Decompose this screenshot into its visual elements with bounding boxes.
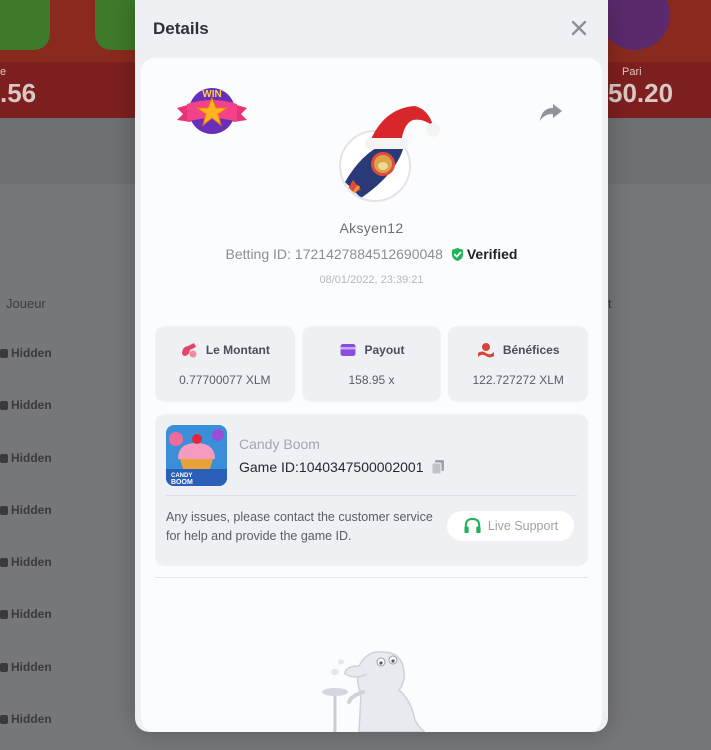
share-button[interactable] [537, 98, 565, 126]
list-item: Hidden [0, 346, 52, 360]
bet-amount-icon [181, 343, 197, 358]
incognito-icon [0, 557, 8, 567]
support-help-text: Any issues, please contact the customer … [166, 510, 433, 543]
bet-detail-card: WIN Aksyen12 Betting ID: 172142788451269… [141, 58, 602, 732]
live-support-button[interactable]: Live Support [447, 511, 574, 541]
verified-label: Verified [466, 246, 518, 262]
incognito-icon [0, 505, 8, 515]
details-modal: Details WIN Aksyen12 Betting ID: 1721427… [135, 0, 608, 732]
betting-id-row: Betting ID: 1721427884512690048 Verified [141, 246, 602, 262]
betting-id-label: Betting ID: [225, 246, 291, 262]
crocodile-mascot-icon [322, 651, 425, 732]
close-icon [571, 20, 587, 36]
santa-hat-icon [365, 106, 440, 149]
incognito-icon [0, 662, 8, 672]
payout-card-icon [340, 344, 355, 356]
background-left-value: .56 [0, 78, 37, 108]
svg-text:WIN: WIN [202, 89, 221, 100]
modal-title: Details [153, 19, 209, 38]
candy-cupcake-icon: CANDY BOOM [166, 425, 227, 486]
thumb-text-boom: BOOM [171, 479, 193, 486]
section-divider [155, 577, 588, 578]
shield-check-icon [451, 247, 463, 261]
list-item: Hidden [0, 398, 52, 412]
bet-stats: Le Montant 0.77700077 XLM Payout 158.95 … [155, 326, 589, 402]
game-name[interactable]: Candy Boom [239, 436, 320, 452]
stat-value: 122.727272 XLM [472, 373, 564, 387]
game-id-row: Game ID:1040347500002001 [239, 459, 445, 475]
profit-icon [477, 343, 494, 358]
game-thumbnail[interactable]: CANDY BOOM [166, 425, 227, 486]
stat-label: Le Montant [205, 343, 270, 357]
stat-profit: Bénéfices 122.727272 XLM [448, 326, 589, 402]
background-right-value: 50.20 [608, 78, 674, 108]
game-id-value: 1040347500002001 [298, 459, 424, 475]
live-support-label: Live Support [487, 519, 559, 533]
game-info-panel: CANDY BOOM Candy Boom Game ID:1040347500… [155, 414, 588, 566]
incognito-icon [0, 714, 8, 724]
stat-value: 158.95 x [348, 373, 395, 387]
list-item: Hidden [0, 712, 52, 726]
bet-timestamp: 08/01/2022, 23:39:21 [319, 274, 424, 286]
list-item: Hidden [0, 607, 52, 621]
modal-header: Details [135, 0, 608, 58]
list-item: Hidden [0, 555, 52, 569]
username: Aksyen12 [339, 220, 404, 236]
share-arrow-icon [540, 104, 562, 121]
copy-icon[interactable] [431, 459, 445, 475]
verified-badge: Verified [451, 246, 518, 262]
stat-label: Bénéfices [502, 343, 560, 357]
column-header-player: Joueur [6, 296, 46, 311]
incognito-icon [0, 400, 8, 410]
game-id-label: Game ID: [239, 459, 299, 475]
column-header-right: t [608, 296, 612, 311]
list-item: Hidden [0, 451, 52, 465]
divider [166, 495, 577, 496]
stat-value: 0.77700077 XLM [179, 373, 271, 387]
stat-payout: Payout 158.95 x [301, 326, 442, 402]
list-item: Hidden [0, 503, 52, 517]
list-item: Hidden [0, 660, 52, 674]
close-button[interactable] [570, 19, 588, 37]
stat-bet-amount: Le Montant 0.77700077 XLM [155, 326, 295, 402]
headset-icon [464, 517, 481, 533]
win-badge-icon: WIN [177, 88, 247, 134]
incognito-icon [0, 609, 8, 619]
stat-label: Payout [364, 343, 405, 357]
incognito-icon [0, 348, 8, 358]
background-right-label: Pari [622, 66, 642, 78]
avatar [333, 100, 443, 204]
betting-id-value: 1721427884512690048 [294, 246, 443, 262]
incognito-icon [0, 453, 8, 463]
